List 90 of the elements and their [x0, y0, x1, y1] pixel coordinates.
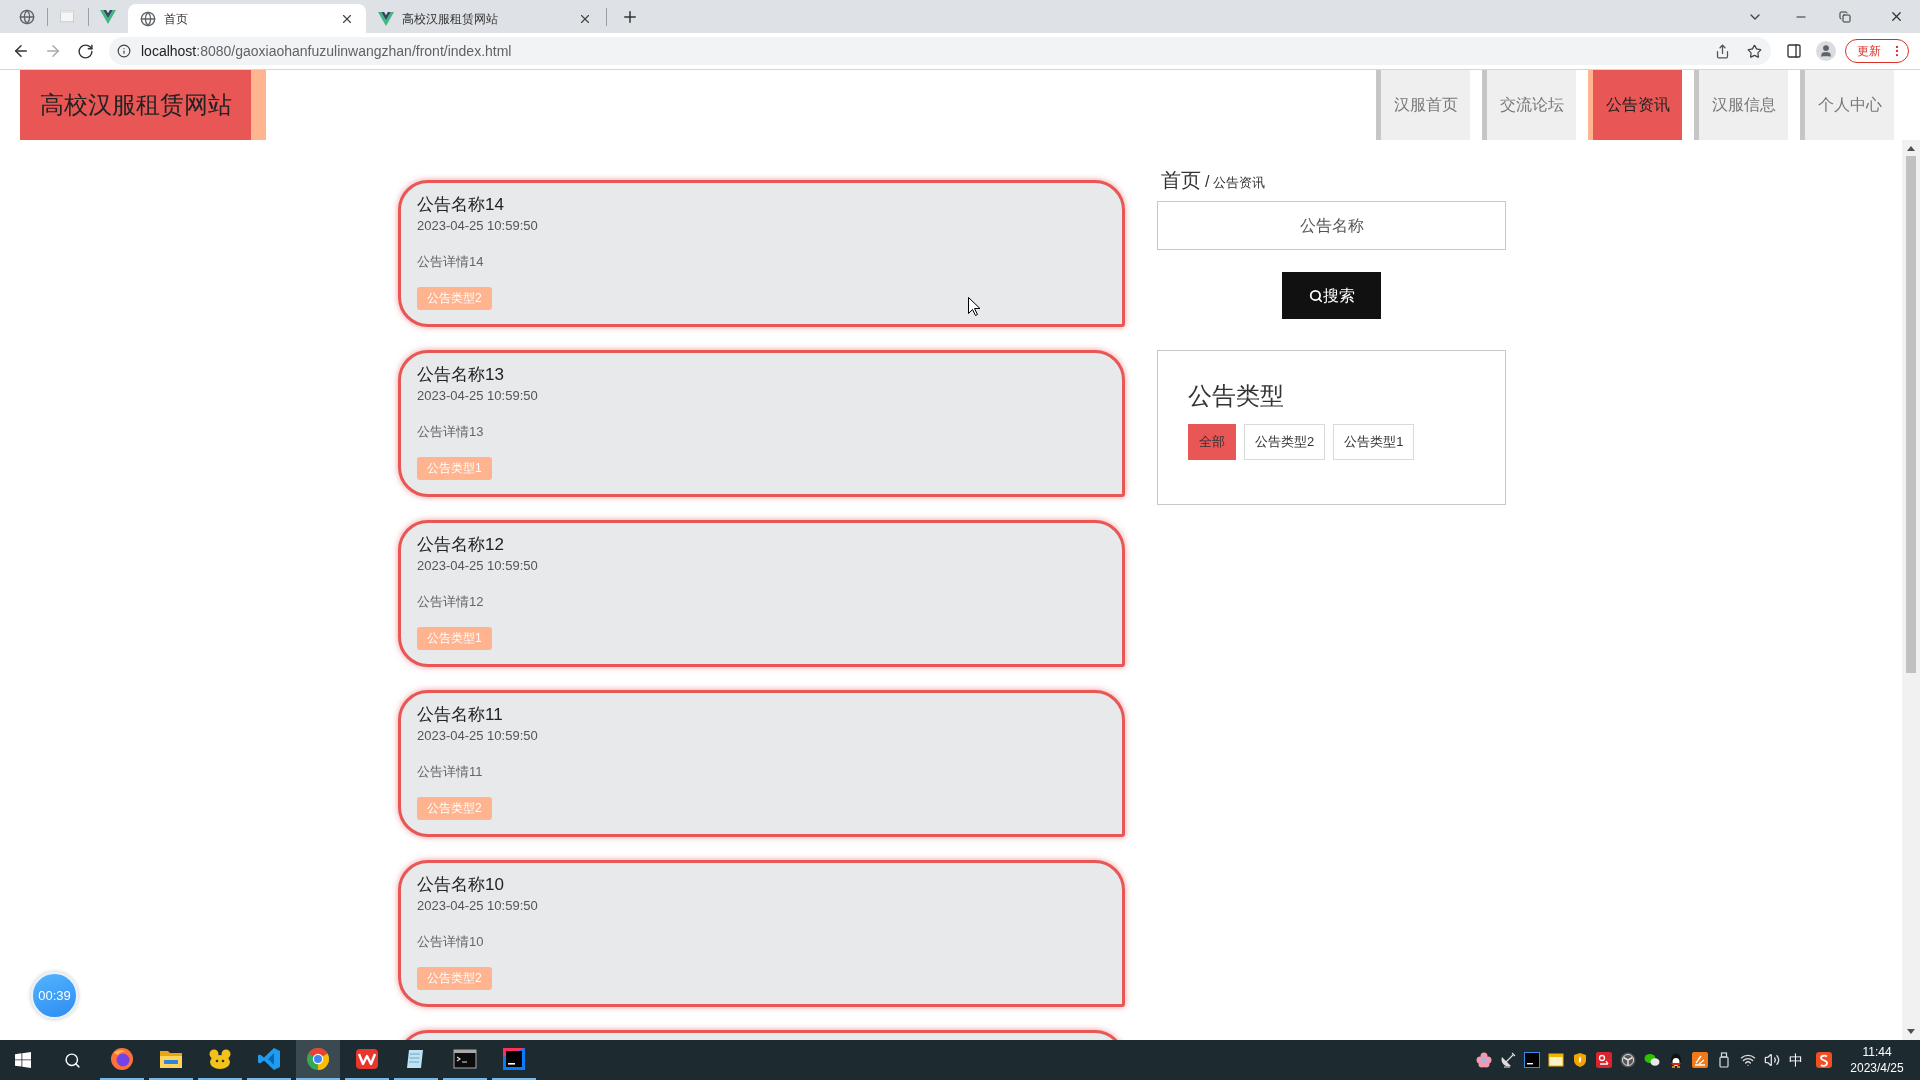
search-field[interactable]: 公告名称 [1157, 201, 1506, 250]
search-button[interactable]: 搜索 [1282, 272, 1381, 319]
browser-tab[interactable]: 高校汉服租赁网站 [366, 4, 604, 33]
notice-title: 公告名称10 [417, 874, 504, 896]
reload-icon[interactable] [77, 42, 94, 60]
input-method-indicator[interactable]: 中 [1784, 1049, 1808, 1071]
penguin-icon[interactable] [1668, 1052, 1684, 1068]
filter-option[interactable]: 公告类型2 [1244, 424, 1326, 460]
info-icon[interactable] [117, 44, 131, 58]
site-logo[interactable]: 高校汉服租赁网站 [20, 70, 266, 140]
notice-time: 2023-04-25 10:59:50 [417, 727, 538, 745]
chat-bubbles-icon[interactable] [1644, 1052, 1660, 1068]
wifi-icon[interactable] [1740, 1052, 1756, 1068]
notice-tag: 公告类型1 [417, 457, 492, 480]
restore-icon[interactable] [1839, 10, 1851, 23]
nav-link[interactable]: 公告资讯 [1588, 70, 1682, 140]
window-icon[interactable] [1548, 1052, 1564, 1068]
circle-logo-icon[interactable] [1620, 1052, 1636, 1068]
share-icon[interactable] [1715, 43, 1730, 59]
app-square-icon[interactable] [1596, 1052, 1612, 1068]
search-icon [1308, 288, 1323, 303]
notice-tag: 公告类型2 [417, 287, 492, 310]
flower-icon[interactable] [1476, 1052, 1492, 1068]
profile-icon[interactable] [1816, 41, 1836, 61]
filter-title: 公告类型 [1188, 381, 1284, 411]
notice-time: 2023-04-25 10:59:50 [417, 897, 538, 915]
notice-title: 公告名称12 [417, 534, 504, 556]
start-icon[interactable] [15, 1052, 31, 1068]
taskbar-app[interactable] [295, 1040, 340, 1080]
code-editor-icon [256, 1047, 281, 1071]
notice-card[interactable]: 公告名称11 2023-04-25 10:59:50 公告详情11 公告类型2 [398, 690, 1125, 837]
document-app-icon [354, 1047, 379, 1071]
search-icon[interactable] [64, 1051, 81, 1069]
ide-icon [501, 1047, 526, 1071]
notice-tag: 公告类型1 [417, 627, 492, 650]
globe-icon [140, 10, 156, 27]
side-panel-icon[interactable] [1786, 43, 1802, 59]
notice-title: 公告名称11 [417, 704, 503, 726]
nav-link[interactable]: 交流论坛 [1482, 70, 1576, 140]
browser-icon [305, 1047, 330, 1071]
browser-icon [109, 1047, 134, 1071]
notice-detail: 公告详情13 [417, 423, 484, 441]
notice-detail: 公告详情14 [417, 253, 484, 271]
clock-date[interactable]: 2023/4/25 [1850, 1060, 1904, 1076]
star-icon[interactable] [1747, 43, 1762, 59]
notice-card[interactable]: 公告名称12 2023-04-25 10:59:50 公告详情12 公告类型1 [398, 520, 1125, 667]
filter-option[interactable]: 公告类型1 [1333, 424, 1415, 460]
browser-tab[interactable]: 首页 [128, 4, 366, 33]
globe-icon[interactable] [19, 8, 35, 25]
notice-card[interactable]: 公告名称10 2023-04-25 10:59:50 公告详情10 公告类型2 [398, 860, 1125, 1007]
notice-title: 公告名称13 [417, 364, 504, 386]
app-square-icon[interactable] [1524, 1052, 1540, 1068]
notice-title: 公告名称14 [417, 194, 504, 216]
animal-icon [207, 1047, 232, 1071]
notice-tag: 公告类型2 [417, 797, 492, 820]
notice-detail: 公告详情10 [417, 933, 484, 951]
shield-icon[interactable] [1572, 1052, 1588, 1068]
clock-time[interactable]: 11:44 [1862, 1044, 1892, 1060]
scroll-down-icon[interactable] [1907, 1029, 1915, 1034]
notice-time: 2023-04-25 10:59:50 [417, 557, 538, 575]
scrollbar-thumb[interactable] [1906, 156, 1916, 673]
nav-link[interactable]: 汉服首页 [1376, 70, 1470, 140]
notice-time: 2023-04-25 10:59:50 [417, 387, 538, 405]
breadcrumb-separator: / [1205, 172, 1210, 192]
url-text: localhost:8080/gaoxiaohanfuzulinwangzhan/front/index.html [141, 41, 512, 61]
notice-detail: 公告详情12 [417, 593, 484, 611]
notice-time: 2023-04-25 10:59:50 [417, 217, 538, 235]
back-icon[interactable] [12, 42, 30, 60]
breadcrumb-link[interactable]: 首页 [1161, 165, 1201, 195]
nav-link[interactable]: 个人中心 [1800, 70, 1894, 140]
notice-detail: 公告详情11 [417, 763, 483, 781]
mouse-pointer-icon [968, 297, 980, 316]
address-field[interactable]: localhost:8080/gaoxiaohanfuzulinwangzhan/front/index.html [109, 37, 1771, 65]
scrollbar-track[interactable] [1902, 140, 1920, 1040]
breadcrumb-current: 公告资讯 [1213, 174, 1266, 192]
terminal-icon [452, 1047, 477, 1071]
satellite-dish-icon[interactable] [1500, 1052, 1516, 1068]
nav-link[interactable]: 汉服信息 [1694, 70, 1788, 140]
usb-drive-icon[interactable] [1716, 1052, 1732, 1068]
v-logo-icon [378, 11, 394, 26]
app-logo-icon[interactable] [1816, 1052, 1832, 1068]
filter-option[interactable]: 全部 [1188, 424, 1236, 460]
v-logo-icon[interactable] [100, 9, 116, 24]
notice-tag: 公告类型2 [417, 967, 492, 990]
close-icon[interactable] [1889, 9, 1904, 24]
notice-card[interactable]: 公告名称14 2023-04-25 10:59:50 公告详情14 公告类型2 [398, 180, 1125, 327]
timer-badge: 00:39 [31, 972, 78, 1019]
volume-icon[interactable] [1764, 1052, 1780, 1068]
notice-card[interactable]: 公告名称13 2023-04-25 10:59:50 公告详情13 公告类型1 [398, 350, 1125, 497]
scroll-up-icon[interactable] [1907, 146, 1915, 151]
